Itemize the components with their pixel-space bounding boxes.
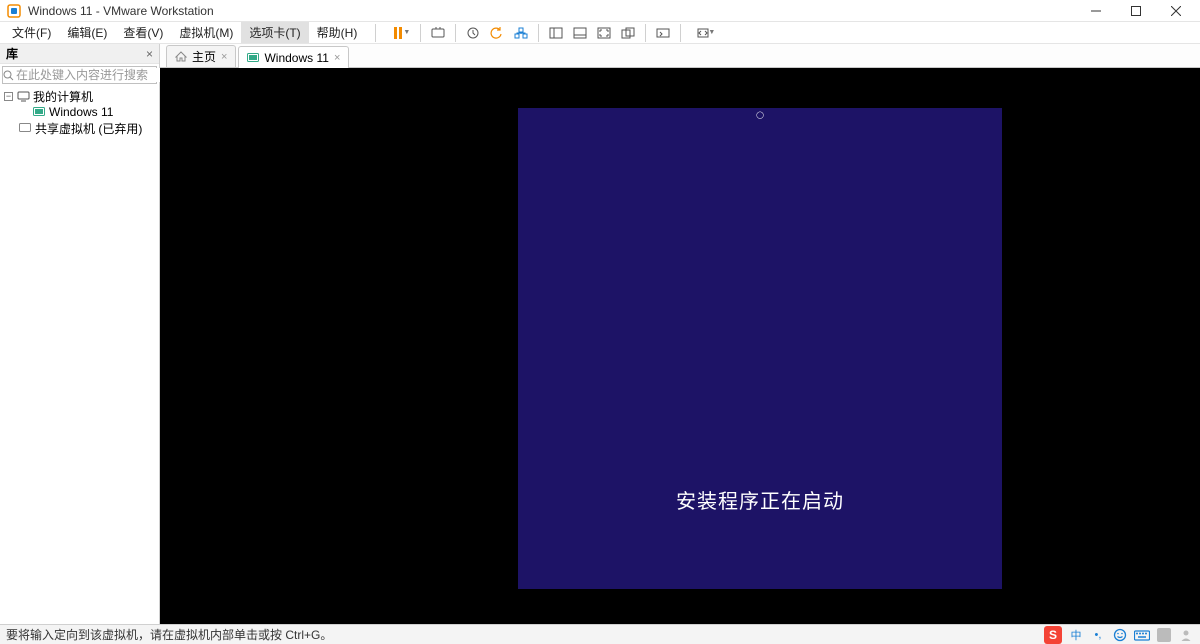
- vm-icon: [247, 53, 259, 63]
- ime-language-indicator[interactable]: 中: [1068, 627, 1084, 643]
- menu-view[interactable]: 查看(V): [115, 22, 171, 43]
- tree-shared-vms[interactable]: 共享虚拟机 (已弃用): [0, 120, 159, 136]
- tree-root-my-computer[interactable]: − 我的计算机: [0, 88, 159, 104]
- vm-console[interactable]: ◯ 安装程序正在启动: [160, 68, 1200, 624]
- tab-windows11[interactable]: Windows 11 ×: [238, 46, 349, 68]
- menu-view-label: 查看(V): [123, 24, 163, 41]
- library-title: 库: [6, 45, 18, 62]
- tree-root-label: 我的计算机: [33, 88, 93, 105]
- close-button[interactable]: [1156, 0, 1196, 22]
- snapshot-manager-button[interactable]: [510, 22, 532, 44]
- ime-smiley-icon[interactable]: [1112, 627, 1128, 643]
- library-close-button[interactable]: ×: [146, 47, 153, 61]
- chevron-down-icon: ▼: [708, 29, 715, 36]
- menu-edit[interactable]: 编辑(E): [59, 22, 115, 43]
- toolbar-separator: [420, 24, 421, 42]
- computer-icon: [16, 91, 30, 102]
- unity-button[interactable]: [617, 22, 639, 44]
- titlebar: Windows 11 - VMware Workstation: [0, 0, 1200, 22]
- menu-tabs-label: 选项卡(T): [249, 24, 300, 41]
- library-sidebar: 库 × ▼ − 我的计算机 Windows 11: [0, 44, 160, 624]
- maximize-button[interactable]: [1116, 0, 1156, 22]
- menu-tabs[interactable]: 选项卡(T): [241, 22, 308, 43]
- tree-item-windows11[interactable]: Windows 11: [0, 104, 159, 120]
- toolbar-separator: [680, 24, 681, 42]
- library-tree: − 我的计算机 Windows 11 共享虚拟机 (已弃用): [0, 86, 159, 138]
- fullscreen-button[interactable]: [593, 22, 615, 44]
- main-area: 库 × ▼ − 我的计算机 Windows 11: [0, 44, 1200, 624]
- toolbar-separator: [538, 24, 539, 42]
- progress-indicator-icon: ◯: [756, 111, 764, 119]
- ime-settings-icon[interactable]: [1156, 627, 1172, 643]
- shared-icon: [18, 123, 32, 133]
- menu-edit-label: 编辑(E): [67, 24, 107, 41]
- library-search-input[interactable]: [14, 68, 173, 82]
- guest-screen: ◯ 安装程序正在启动: [518, 108, 1002, 589]
- chevron-down-icon: ▼: [403, 29, 410, 36]
- stretch-button[interactable]: ▼: [687, 22, 719, 44]
- menu-vm-label: 虚拟机(M): [179, 24, 233, 41]
- minimize-button[interactable]: [1076, 0, 1116, 22]
- search-icon: [3, 70, 14, 81]
- toolbar-separator: [375, 24, 376, 42]
- show-console-button[interactable]: [569, 22, 591, 44]
- statusbar-hint: 要将输入定向到该虚拟机，请在虚拟机内部单击或按 Ctrl+G。: [6, 626, 332, 643]
- setup-status-text: 安装程序正在启动: [676, 485, 844, 514]
- menu-file-label: 文件(F): [12, 24, 51, 41]
- library-header: 库 ×: [0, 44, 159, 64]
- quick-switch-button[interactable]: [652, 22, 674, 44]
- pause-icon: [394, 27, 402, 39]
- tree-shared-label: 共享虚拟机 (已弃用): [35, 120, 142, 137]
- statusbar: 要将输入定向到该虚拟机，请在虚拟机内部单击或按 Ctrl+G。 S 中 •,: [0, 624, 1200, 644]
- window-title: Windows 11 - VMware Workstation: [28, 4, 214, 18]
- app-icon: [6, 3, 22, 19]
- vm-icon: [32, 107, 46, 117]
- toolbar: ▼: [371, 22, 719, 43]
- collapse-icon[interactable]: −: [4, 92, 13, 101]
- menu-help-label: 帮助(H): [317, 24, 358, 41]
- toolbar-separator: [645, 24, 646, 42]
- show-sidebar-button[interactable]: [545, 22, 567, 44]
- content-area: 主页 × Windows 11 × ◯ 安装程序正在启动: [160, 44, 1200, 624]
- system-tray: S 中 •,: [1044, 626, 1194, 644]
- ime-keyboard-icon[interactable]: [1134, 627, 1150, 643]
- tab-close-button[interactable]: ×: [221, 51, 227, 63]
- revert-snapshot-button[interactable]: [486, 22, 508, 44]
- toolbar-separator: [455, 24, 456, 42]
- tree-item-label: Windows 11: [49, 105, 113, 119]
- menu-help[interactable]: 帮助(H): [309, 22, 366, 43]
- snapshot-button[interactable]: [462, 22, 484, 44]
- menubar: 文件(F) 编辑(E) 查看(V) 虚拟机(M) 选项卡(T) 帮助(H) ▼: [0, 22, 1200, 44]
- pause-button[interactable]: ▼: [382, 22, 414, 44]
- home-icon: [175, 51, 187, 62]
- tab-home[interactable]: 主页 ×: [166, 45, 236, 67]
- tab-close-button[interactable]: ×: [334, 52, 340, 64]
- tab-vm-label: Windows 11: [264, 51, 328, 65]
- tab-home-label: 主页: [192, 48, 216, 65]
- menu-vm[interactable]: 虚拟机(M): [171, 22, 241, 43]
- ime-punctuation-icon[interactable]: •,: [1090, 627, 1106, 643]
- menu-file[interactable]: 文件(F): [4, 22, 59, 43]
- library-search[interactable]: ▼: [2, 66, 157, 84]
- sogou-ime-icon[interactable]: S: [1044, 626, 1062, 644]
- tabbar: 主页 × Windows 11 ×: [160, 44, 1200, 68]
- send-ctrl-alt-del-button[interactable]: [427, 22, 449, 44]
- user-icon[interactable]: [1178, 627, 1194, 643]
